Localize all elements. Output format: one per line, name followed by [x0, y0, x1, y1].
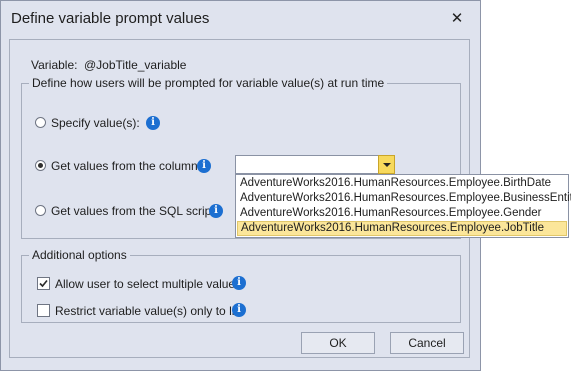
get-from-column-radio[interactable] — [35, 160, 46, 171]
allow-multiple-label[interactable]: Allow user to select multiple values — [55, 277, 241, 291]
info-icon[interactable]: i — [232, 276, 246, 290]
variable-name: @JobTitle_variable — [84, 58, 187, 72]
additional-options-legend: Additional options — [29, 248, 130, 262]
get-from-sql-label[interactable]: Get values from the SQL script: — [51, 204, 218, 218]
chevron-down-icon[interactable] — [378, 155, 395, 174]
list-item[interactable]: AdventureWorks2016.HumanResources.Employ… — [237, 176, 567, 191]
column-dropdown-list: AdventureWorks2016.HumanResources.Employ… — [235, 174, 571, 238]
variable-label: Variable: — [31, 58, 78, 72]
title-bar[interactable]: Define variable prompt values ✕ — [1, 1, 480, 37]
column-combobox[interactable] — [235, 155, 395, 174]
close-icon[interactable]: ✕ — [447, 9, 467, 29]
info-icon[interactable]: i — [232, 303, 246, 317]
specify-values-label[interactable]: Specify value(s): — [51, 116, 140, 130]
info-icon[interactable]: i — [146, 116, 160, 130]
list-item[interactable]: AdventureWorks2016.HumanResources.Employ… — [237, 191, 571, 206]
specify-values-radio[interactable] — [35, 117, 46, 128]
prompt-group-legend: Define how users will be prompted for va… — [29, 76, 388, 90]
cancel-button[interactable]: Cancel — [390, 332, 464, 354]
allow-multiple-checkbox[interactable] — [37, 277, 50, 290]
restrict-to-list-checkbox[interactable] — [37, 304, 50, 317]
ok-button[interactable]: OK — [301, 332, 375, 354]
list-item[interactable]: AdventureWorks2016.HumanResources.Employ… — [237, 206, 567, 221]
get-from-column-label[interactable]: Get values from the column: — [51, 159, 201, 173]
restrict-to-list-label[interactable]: Restrict variable value(s) only to list — [55, 304, 244, 318]
info-icon[interactable]: i — [197, 159, 211, 173]
checkmark-icon — [39, 279, 48, 288]
dialog-title: Define variable prompt values — [11, 10, 210, 27]
list-item-selected[interactable]: AdventureWorks2016.HumanResources.Employ… — [237, 221, 567, 236]
get-from-sql-radio[interactable] — [35, 205, 46, 216]
info-icon[interactable]: i — [209, 204, 223, 218]
